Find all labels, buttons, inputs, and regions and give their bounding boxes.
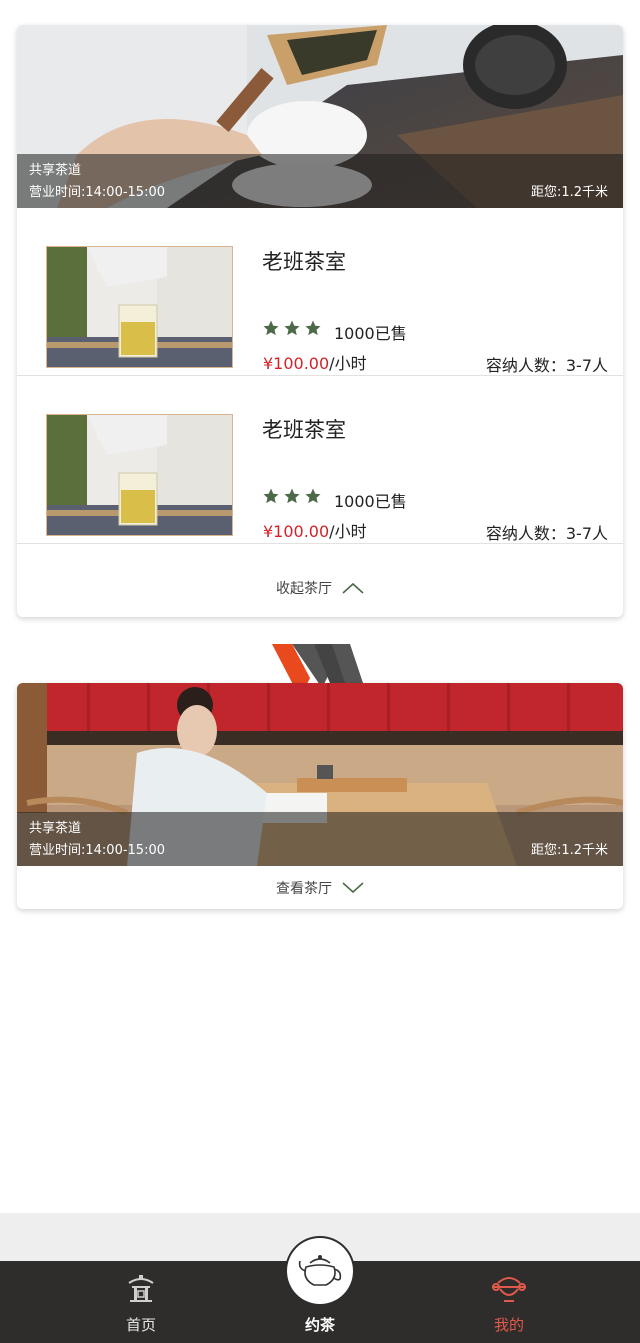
room-title: 老班茶室	[262, 250, 346, 274]
room-list-item[interactable]: 老班茶室 1000已售 ¥100.00/小时 容纳人数：3-7人	[17, 376, 623, 544]
chevron-down-icon	[342, 881, 364, 893]
distance-label: 距您:1.2千米	[530, 185, 608, 200]
expand-label: 查看茶厅	[276, 880, 332, 897]
tab-home-label: 首页	[125, 1316, 156, 1334]
teahouse-card-expanded: 共享茶道 营业时间:14:00-15:00 距您:1.2千米 老班茶室 1000…	[17, 25, 623, 617]
room-list-item[interactable]: 老班茶室 1000已售 ¥100.00/小时 容纳人数：3-7人	[17, 208, 623, 376]
room-capacity: 容纳人数：3-7人	[485, 356, 608, 375]
room-thumbnail	[46, 414, 233, 536]
room-capacity: 容纳人数：3-7人	[485, 524, 608, 543]
tab-mine-label: 我的	[493, 1316, 524, 1334]
tab-tea-button[interactable]	[287, 1238, 353, 1304]
tab-mine[interactable]: 我的	[439, 1261, 579, 1343]
teahouse-name: 共享茶道	[29, 163, 82, 178]
business-hours: 营业时间:14:00-15:00	[29, 185, 165, 200]
teahouse-hero-image[interactable]: 共享茶道 营业时间:14:00-15:00 距您:1.2千米	[17, 683, 623, 866]
collapse-label: 收起茶厅	[276, 581, 332, 597]
teahouse-card-collapsed: 共享茶道 营业时间:14:00-15:00 距您:1.2千米 查看茶厅	[17, 683, 623, 909]
page: 共享茶道 营业时间:14:00-15:00 距您:1.2千米 老班茶室 1000…	[0, 0, 640, 1343]
tea-glass-photo	[47, 247, 232, 367]
room-thumbnail	[46, 246, 233, 368]
rating-stars	[262, 319, 322, 337]
price-value: ¥100.00	[263, 354, 330, 373]
teahouse-name: 共享茶道	[29, 821, 82, 836]
business-hours: 营业时间:14:00-15:00	[29, 843, 165, 858]
tea-glass-photo	[47, 415, 232, 535]
star-icon	[263, 320, 279, 336]
star-icon	[284, 488, 300, 504]
collapse-teahouse-button[interactable]: 收起茶厅	[17, 559, 623, 617]
profile-icon	[492, 1277, 526, 1302]
room-price: ¥100.00/小时	[263, 518, 367, 542]
chevron-up-icon	[342, 582, 364, 594]
pavilion-icon	[128, 1275, 154, 1302]
room-title: 老班茶室	[262, 418, 346, 442]
teapot-icon	[298, 1255, 342, 1286]
price-unit: /小时	[329, 522, 367, 541]
sold-count: 1000已售	[334, 492, 407, 511]
teahouse-hero-image[interactable]: 共享茶道 营业时间:14:00-15:00 距您:1.2千米	[17, 25, 623, 208]
room-price: ¥100.00/小时	[263, 350, 367, 374]
tab-tea-label: 约茶	[304, 1316, 335, 1334]
star-icon	[305, 488, 321, 504]
star-icon	[305, 320, 321, 336]
expand-teahouse-button[interactable]: 查看茶厅	[17, 866, 623, 909]
price-value: ¥100.00	[263, 522, 330, 541]
rating-stars	[262, 487, 322, 505]
star-icon	[284, 320, 300, 336]
distance-label: 距您:1.2千米	[530, 843, 608, 858]
price-unit: /小时	[329, 354, 367, 373]
tab-home[interactable]: 首页	[71, 1261, 211, 1343]
star-icon	[263, 488, 279, 504]
sold-count: 1000已售	[334, 324, 407, 343]
